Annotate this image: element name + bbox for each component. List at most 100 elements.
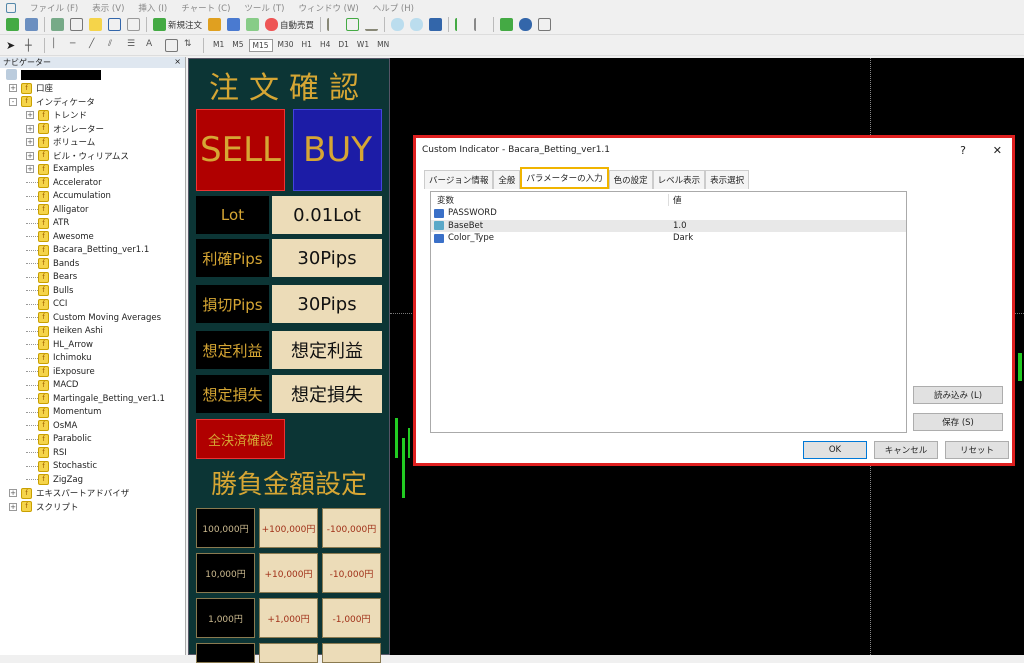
cancel-button[interactable]: キャンセル xyxy=(874,441,938,459)
navigator-item[interactable]: f Accumulation xyxy=(0,190,185,204)
panel-value[interactable]: 0.01Lot xyxy=(272,196,382,234)
navigator-item[interactable]: f Bears xyxy=(0,271,185,285)
close-all-button[interactable]: 全決済確認 xyxy=(196,419,285,459)
expand-icon[interactable]: + xyxy=(9,489,17,498)
text-icon[interactable]: A xyxy=(146,39,159,52)
navigator-item[interactable]: f ATR xyxy=(0,217,185,231)
trendline-icon[interactable]: ╱ xyxy=(89,39,102,52)
panel-value[interactable]: 想定利益 xyxy=(272,331,382,369)
param-value[interactable]: 1.0 xyxy=(669,221,687,231)
navigator-item[interactable]: f Stochastic xyxy=(0,460,185,474)
expand-icon[interactable]: + xyxy=(26,111,34,120)
timeframe-mn[interactable]: MN xyxy=(374,39,392,52)
load-button[interactable]: 読み込み (L) xyxy=(913,386,1003,404)
save-button[interactable]: 保存 (S) xyxy=(913,413,1003,431)
close-navigator-button[interactable]: × xyxy=(174,57,181,68)
terminal-icon[interactable] xyxy=(108,18,121,31)
menu-item[interactable]: ツール (T) xyxy=(244,2,284,14)
text-label-icon[interactable] xyxy=(165,39,178,52)
navigator-item[interactable]: f Bulls xyxy=(0,284,185,298)
bet-adjust-button[interactable]: +100,000円 xyxy=(259,508,318,548)
navigator-item[interactable]: f Alligator xyxy=(0,203,185,217)
panel-value[interactable]: 想定損失 xyxy=(272,375,382,413)
market-watch-icon[interactable] xyxy=(51,18,64,31)
horizontal-line-icon[interactable]: ─ xyxy=(70,39,83,52)
new-chart-icon[interactable] xyxy=(6,18,19,31)
bet-adjust-button[interactable]: -1,000円 xyxy=(322,598,381,638)
navigator-item[interactable]: f Bacara_Betting_ver1.1 xyxy=(0,244,185,258)
candle-chart-icon[interactable] xyxy=(346,18,360,31)
navigator-item[interactable]: + f Examples xyxy=(0,163,185,177)
navigator-item[interactable]: f Heiken Ashi xyxy=(0,325,185,339)
bet-adjust-button[interactable]: -100,000円 xyxy=(322,508,381,548)
arrows-icon[interactable]: ⇅ xyxy=(184,39,197,52)
navigator-item[interactable]: f Ichimoku xyxy=(0,352,185,366)
tab[interactable]: レベル表示 xyxy=(652,170,706,189)
auto-trade-button[interactable]: 自動売買 xyxy=(265,18,314,31)
zoom-out-icon[interactable] xyxy=(410,18,424,31)
timeframe-m30[interactable]: M30 xyxy=(275,39,297,52)
reset-button[interactable]: リセット xyxy=(945,441,1009,459)
crosshair-tool-icon[interactable]: ┼ xyxy=(25,39,38,52)
indicators-icon[interactable] xyxy=(500,18,514,31)
expand-icon[interactable]: + xyxy=(26,124,34,133)
templates-icon[interactable] xyxy=(538,18,552,31)
channel-icon[interactable]: ⫽ xyxy=(108,39,121,52)
community-icon[interactable] xyxy=(227,18,241,31)
navigator-item[interactable]: f MACD xyxy=(0,379,185,393)
timeframe-m15[interactable]: M15 xyxy=(248,39,273,52)
sell-button[interactable]: SELL xyxy=(196,109,285,191)
navigator-item[interactable]: + f 口座 xyxy=(0,82,185,96)
crosshair-icon[interactable] xyxy=(70,18,83,31)
menu-item[interactable]: ウィンドウ (W) xyxy=(298,2,358,14)
expand-icon[interactable]: + xyxy=(26,138,34,147)
chart-shift-icon[interactable] xyxy=(455,18,468,31)
metaeditor-icon[interactable] xyxy=(208,18,222,31)
autoscroll-icon[interactable] xyxy=(474,18,487,31)
tab[interactable]: バージョン情報 xyxy=(424,170,494,189)
expand-icon[interactable]: + xyxy=(9,84,17,93)
tab[interactable]: パラメーターの入力 xyxy=(520,167,609,189)
fibonacci-icon[interactable]: ☰ xyxy=(127,39,140,52)
param-value[interactable]: Dark xyxy=(669,233,693,243)
navigator-item[interactable]: - f インディケータ xyxy=(0,95,185,109)
buy-button[interactable]: BUY xyxy=(293,109,382,191)
param-row[interactable]: PASSWORD xyxy=(431,207,906,220)
navigator-item[interactable]: f CCI xyxy=(0,298,185,312)
navigator-item[interactable]: f Parabolic xyxy=(0,433,185,447)
close-dialog-button[interactable]: ✕ xyxy=(993,144,1002,157)
bar-chart-icon[interactable] xyxy=(327,18,340,31)
panel-value[interactable]: 30Pips xyxy=(272,239,382,277)
vertical-line-icon[interactable]: │ xyxy=(51,39,64,52)
profiles-icon[interactable] xyxy=(25,18,38,31)
zoom-in-icon[interactable] xyxy=(391,18,405,31)
navigator-item[interactable]: + f オシレーター xyxy=(0,122,185,136)
expand-icon[interactable]: + xyxy=(26,151,34,160)
menu-item[interactable]: ファイル (F) xyxy=(30,2,78,14)
timeframe-d1[interactable]: D1 xyxy=(335,39,352,52)
help-button[interactable]: ? xyxy=(960,144,966,157)
navigator-item[interactable]: f HL_Arrow xyxy=(0,338,185,352)
navigator-item[interactable]: f OsMA xyxy=(0,419,185,433)
tile-windows-icon[interactable] xyxy=(429,18,443,31)
navigator-item[interactable]: f Momentum xyxy=(0,406,185,420)
tab[interactable]: 色の設定 xyxy=(608,170,653,189)
line-chart-icon[interactable] xyxy=(365,18,379,31)
param-row[interactable]: Color_Type Dark xyxy=(431,232,906,245)
menu-item[interactable]: チャート (C) xyxy=(181,2,230,14)
bet-adjust-button[interactable]: +10,000円 xyxy=(259,553,318,593)
bet-adjust-button[interactable]: -10,000円 xyxy=(322,553,381,593)
bet-adjust-button[interactable]: +1,000円 xyxy=(259,598,318,638)
panel-value[interactable]: 30Pips xyxy=(272,285,382,323)
tab[interactable]: 全般 xyxy=(493,170,521,189)
navigator-item[interactable]: f Bands xyxy=(0,257,185,271)
expand-icon[interactable]: + xyxy=(26,165,34,174)
tab[interactable]: 表示選択 xyxy=(705,170,750,189)
periods-icon[interactable] xyxy=(519,18,533,31)
timeframe-h4[interactable]: H4 xyxy=(317,39,333,52)
ok-button[interactable]: OK xyxy=(803,441,867,459)
navigator-item[interactable]: f ZigZag xyxy=(0,473,185,487)
menu-item[interactable]: ヘルプ (H) xyxy=(373,2,414,14)
navigator-item[interactable]: f Awesome xyxy=(0,230,185,244)
navigator-item[interactable]: f Custom Moving Averages xyxy=(0,311,185,325)
